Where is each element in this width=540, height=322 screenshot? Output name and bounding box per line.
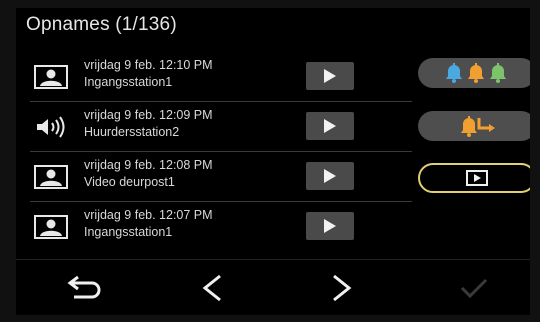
recording-station: Ingangsstation1 [84,75,173,89]
recording-date: vrijdag 9 feb. 12:09 PM [84,108,213,122]
recording-station: Video deurpost1 [84,175,175,189]
play-icon [466,170,488,186]
recording-date: vrijdag 9 feb. 12:08 PM [84,158,213,172]
page-title: Opnames (1/136) [26,14,177,35]
checkmark-icon [460,278,488,299]
recordings-list: vrijdag 9 feb. 12:10 PM Ingangsstation1 … [30,52,412,251]
play-button[interactable] [306,162,354,190]
call-transfer-button[interactable] [418,111,530,141]
play-button[interactable] [306,112,354,140]
play-icon [324,219,336,233]
recording-station: Ingangsstation1 [84,225,173,239]
play-button[interactable] [306,62,354,90]
play-icon [324,69,336,83]
screen: Opnames (1/136) vrijdag 9 feb. 12:10 PM … [16,8,530,315]
play-icon [324,169,336,183]
bottom-navigation [16,259,530,315]
list-item[interactable]: vrijdag 9 feb. 12:08 PM Video deurpost1 [30,152,412,202]
list-item[interactable]: vrijdag 9 feb. 12:09 PM Huurdersstation2 [30,102,412,152]
recording-date: vrijdag 9 feb. 12:10 PM [84,58,213,72]
previous-button[interactable] [182,268,242,308]
list-item[interactable]: vrijdag 9 feb. 12:10 PM Ingangsstation1 [30,52,412,102]
speaker-icon [34,115,68,139]
call-all-bells-button[interactable] [418,58,530,88]
person-video-icon [34,65,68,89]
next-button[interactable] [312,268,372,308]
back-button[interactable] [54,268,114,308]
recording-station: Huurdersstation2 [84,125,180,139]
person-video-icon [34,165,68,189]
list-item[interactable]: vrijdag 9 feb. 12:07 PM Ingangsstation1 [30,202,412,251]
chevron-right-icon [333,274,352,302]
recording-date: vrijdag 9 feb. 12:07 PM [84,208,213,222]
person-video-icon [34,215,68,239]
chevron-left-icon [202,274,221,302]
play-button[interactable] [306,212,354,240]
play-recordings-button[interactable] [418,163,530,193]
confirm-button[interactable] [444,268,504,308]
three-bells-icon [446,63,506,83]
device-bezel: Opnames (1/136) vrijdag 9 feb. 12:10 PM … [0,0,540,322]
return-arrow-icon [67,275,101,299]
play-icon [324,119,336,133]
bell-transfer-icon [461,116,495,137]
